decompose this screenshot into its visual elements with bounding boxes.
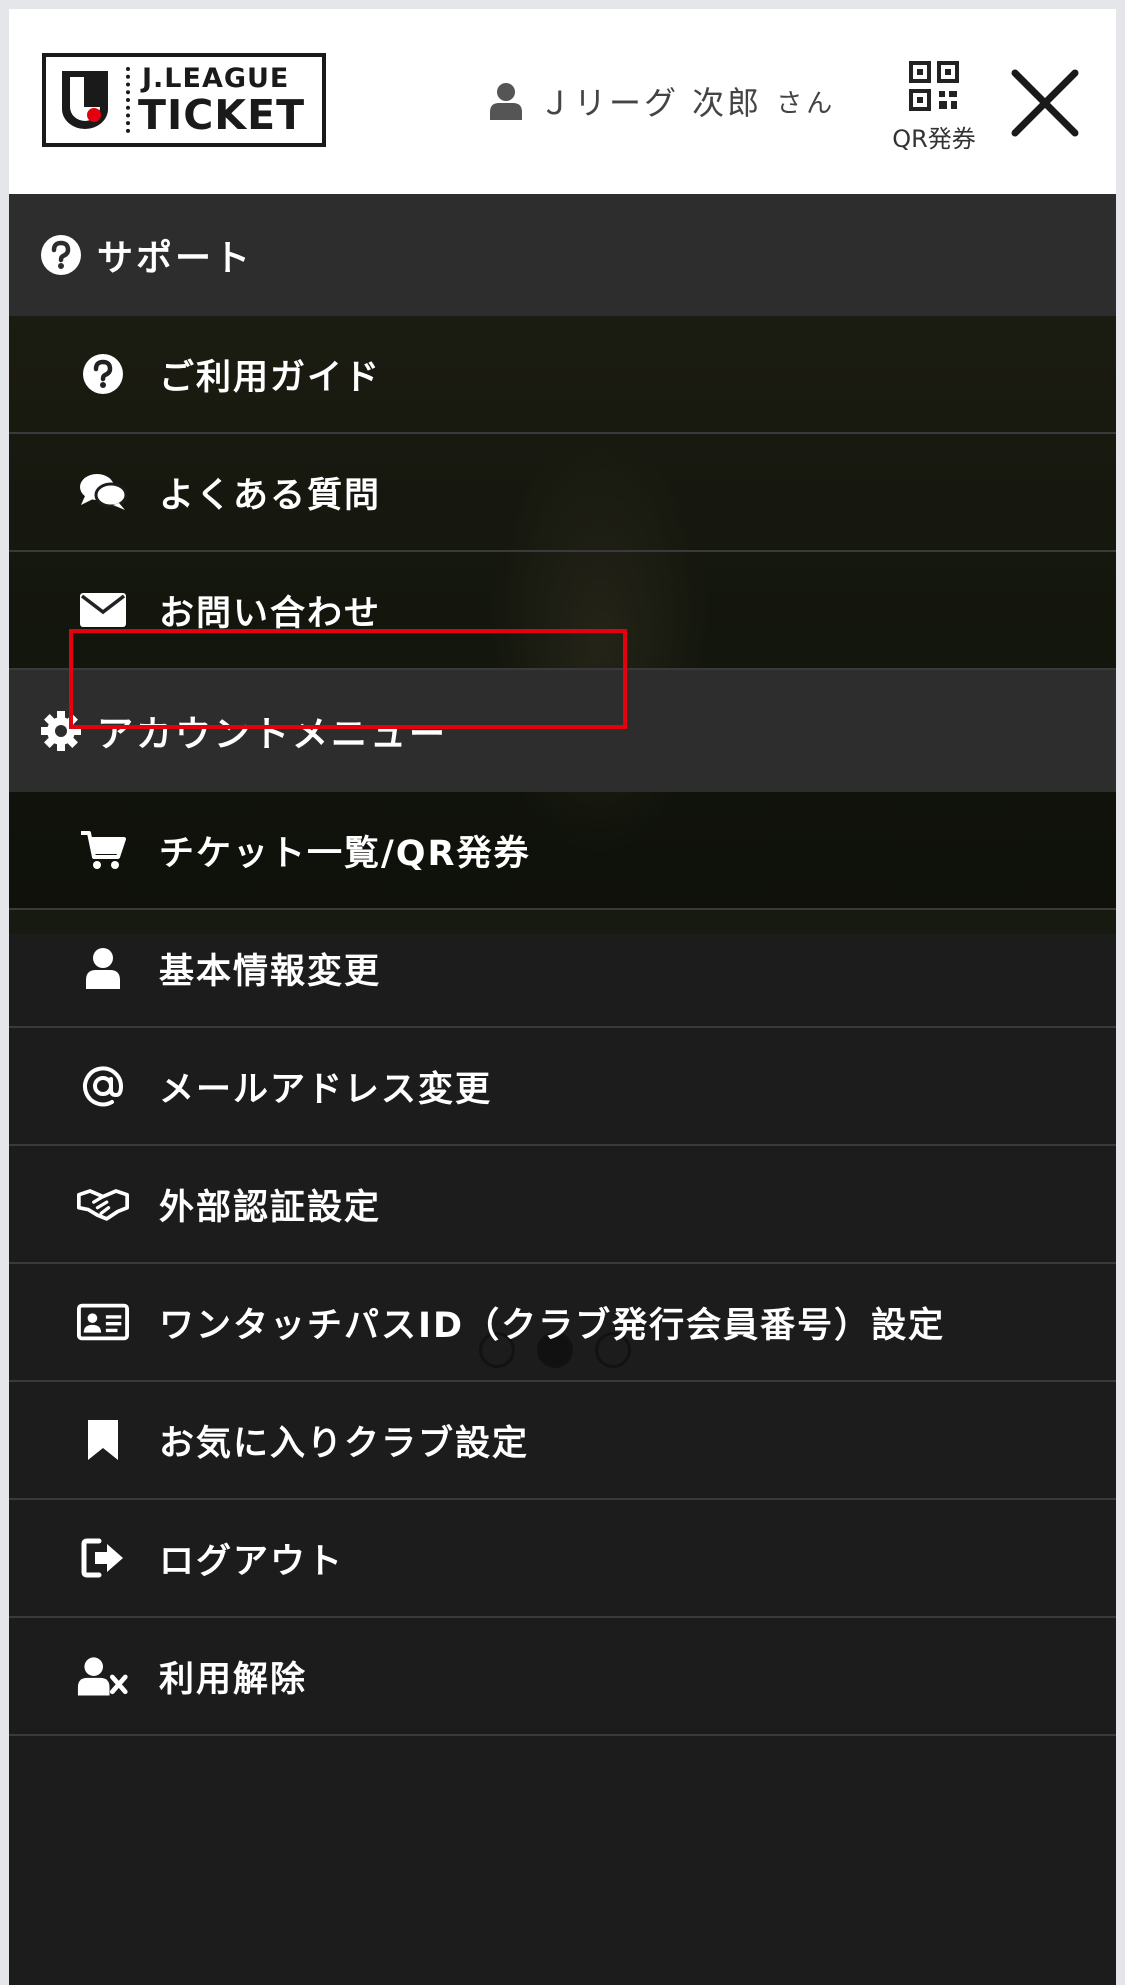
menu-item-logout[interactable]: ログアウト bbox=[9, 1500, 1116, 1618]
menu-item-label: お気に入りクラブ設定 bbox=[159, 1423, 530, 1464]
menu-item-user-guide[interactable]: ご利用ガイド bbox=[9, 316, 1116, 434]
menu-item-cancel-membership[interactable]: 利用解除 bbox=[9, 1618, 1116, 1736]
chat-bubbles-icon bbox=[80, 474, 127, 510]
menu-item-label: ログアウト bbox=[159, 1541, 345, 1582]
at-sign-icon bbox=[83, 1066, 124, 1107]
qr-code-icon bbox=[909, 61, 959, 111]
section-title: サポート bbox=[97, 238, 254, 279]
side-menu: サポート ご利用ガイド よくある質問 お問い合わせ アカウントメニュー チケット… bbox=[9, 194, 1116, 1736]
logo-divider bbox=[126, 67, 134, 133]
cart-icon bbox=[81, 831, 126, 869]
menu-item-contact[interactable]: お問い合わせ bbox=[9, 552, 1116, 670]
section-title: アカウントメニュー bbox=[97, 714, 449, 755]
menu-item-label: ワンタッチパスID（クラブ発行会員番号）設定 bbox=[159, 1305, 946, 1346]
user-name: Ｊリーグ 次郎 bbox=[539, 84, 763, 122]
menu-item-label: ご利用ガイド bbox=[159, 357, 382, 398]
menu-item-email-change[interactable]: メールアドレス変更 bbox=[9, 1028, 1116, 1146]
user-icon bbox=[86, 948, 120, 989]
header: J.LEAGUE TICKET Ｊリーグ 次郎 さん QR発券 bbox=[9, 9, 1116, 194]
menu-item-onetouch-pass[interactable]: ワンタッチパスID（クラブ発行会員番号）設定 bbox=[9, 1264, 1116, 1382]
id-card-icon bbox=[77, 1303, 129, 1341]
handshake-icon bbox=[77, 1189, 129, 1221]
app-frame: J.LEAGUE TICKET Ｊリーグ 次郎 さん QR発券 サポート ご利用… bbox=[9, 9, 1116, 1985]
close-icon[interactable] bbox=[1009, 67, 1081, 139]
qr-issue-label: QR発券 bbox=[892, 125, 976, 153]
jleague-ticket-logo[interactable]: J.LEAGUE TICKET bbox=[42, 53, 326, 147]
logo-text-top: J.LEAGUE bbox=[142, 63, 290, 94]
question-circle-icon bbox=[83, 354, 123, 394]
menu-item-faq[interactable]: よくある質問 bbox=[9, 434, 1116, 552]
sign-out-icon bbox=[81, 1538, 123, 1578]
user-info[interactable]: Ｊリーグ 次郎 さん bbox=[489, 81, 837, 122]
menu-item-label: よくある質問 bbox=[159, 475, 382, 516]
question-circle-icon bbox=[41, 235, 81, 275]
user-remove-icon bbox=[77, 1657, 128, 1696]
menu-item-ticket-list[interactable]: チケット一覧/QR発券 bbox=[9, 792, 1116, 910]
menu-item-label: チケット一覧/QR発券 bbox=[159, 833, 531, 874]
gear-icon bbox=[41, 711, 81, 751]
menu-item-external-auth[interactable]: 外部認証設定 bbox=[9, 1146, 1116, 1264]
user-icon bbox=[490, 83, 522, 120]
menu-item-label: 基本情報変更 bbox=[159, 951, 382, 992]
menu-item-label: お問い合わせ bbox=[159, 593, 382, 634]
user-honorific: さん bbox=[776, 88, 837, 119]
section-header-support: サポート bbox=[9, 194, 1116, 316]
envelope-icon bbox=[80, 593, 126, 627]
menu-item-label: 外部認証設定 bbox=[159, 1187, 382, 1228]
menu-item-favorite-club[interactable]: お気に入りクラブ設定 bbox=[9, 1382, 1116, 1500]
qr-issue-button[interactable]: QR発券 bbox=[879, 61, 989, 171]
logo-text-bottom: TICKET bbox=[138, 91, 306, 139]
section-header-account: アカウントメニュー bbox=[9, 670, 1116, 792]
bookmark-icon bbox=[88, 1420, 118, 1460]
menu-item-label: メールアドレス変更 bbox=[159, 1069, 493, 1110]
menu-item-label: 利用解除 bbox=[159, 1659, 308, 1700]
jleague-emblem-icon bbox=[62, 71, 108, 129]
menu-item-basic-info[interactable]: 基本情報変更 bbox=[9, 910, 1116, 1028]
